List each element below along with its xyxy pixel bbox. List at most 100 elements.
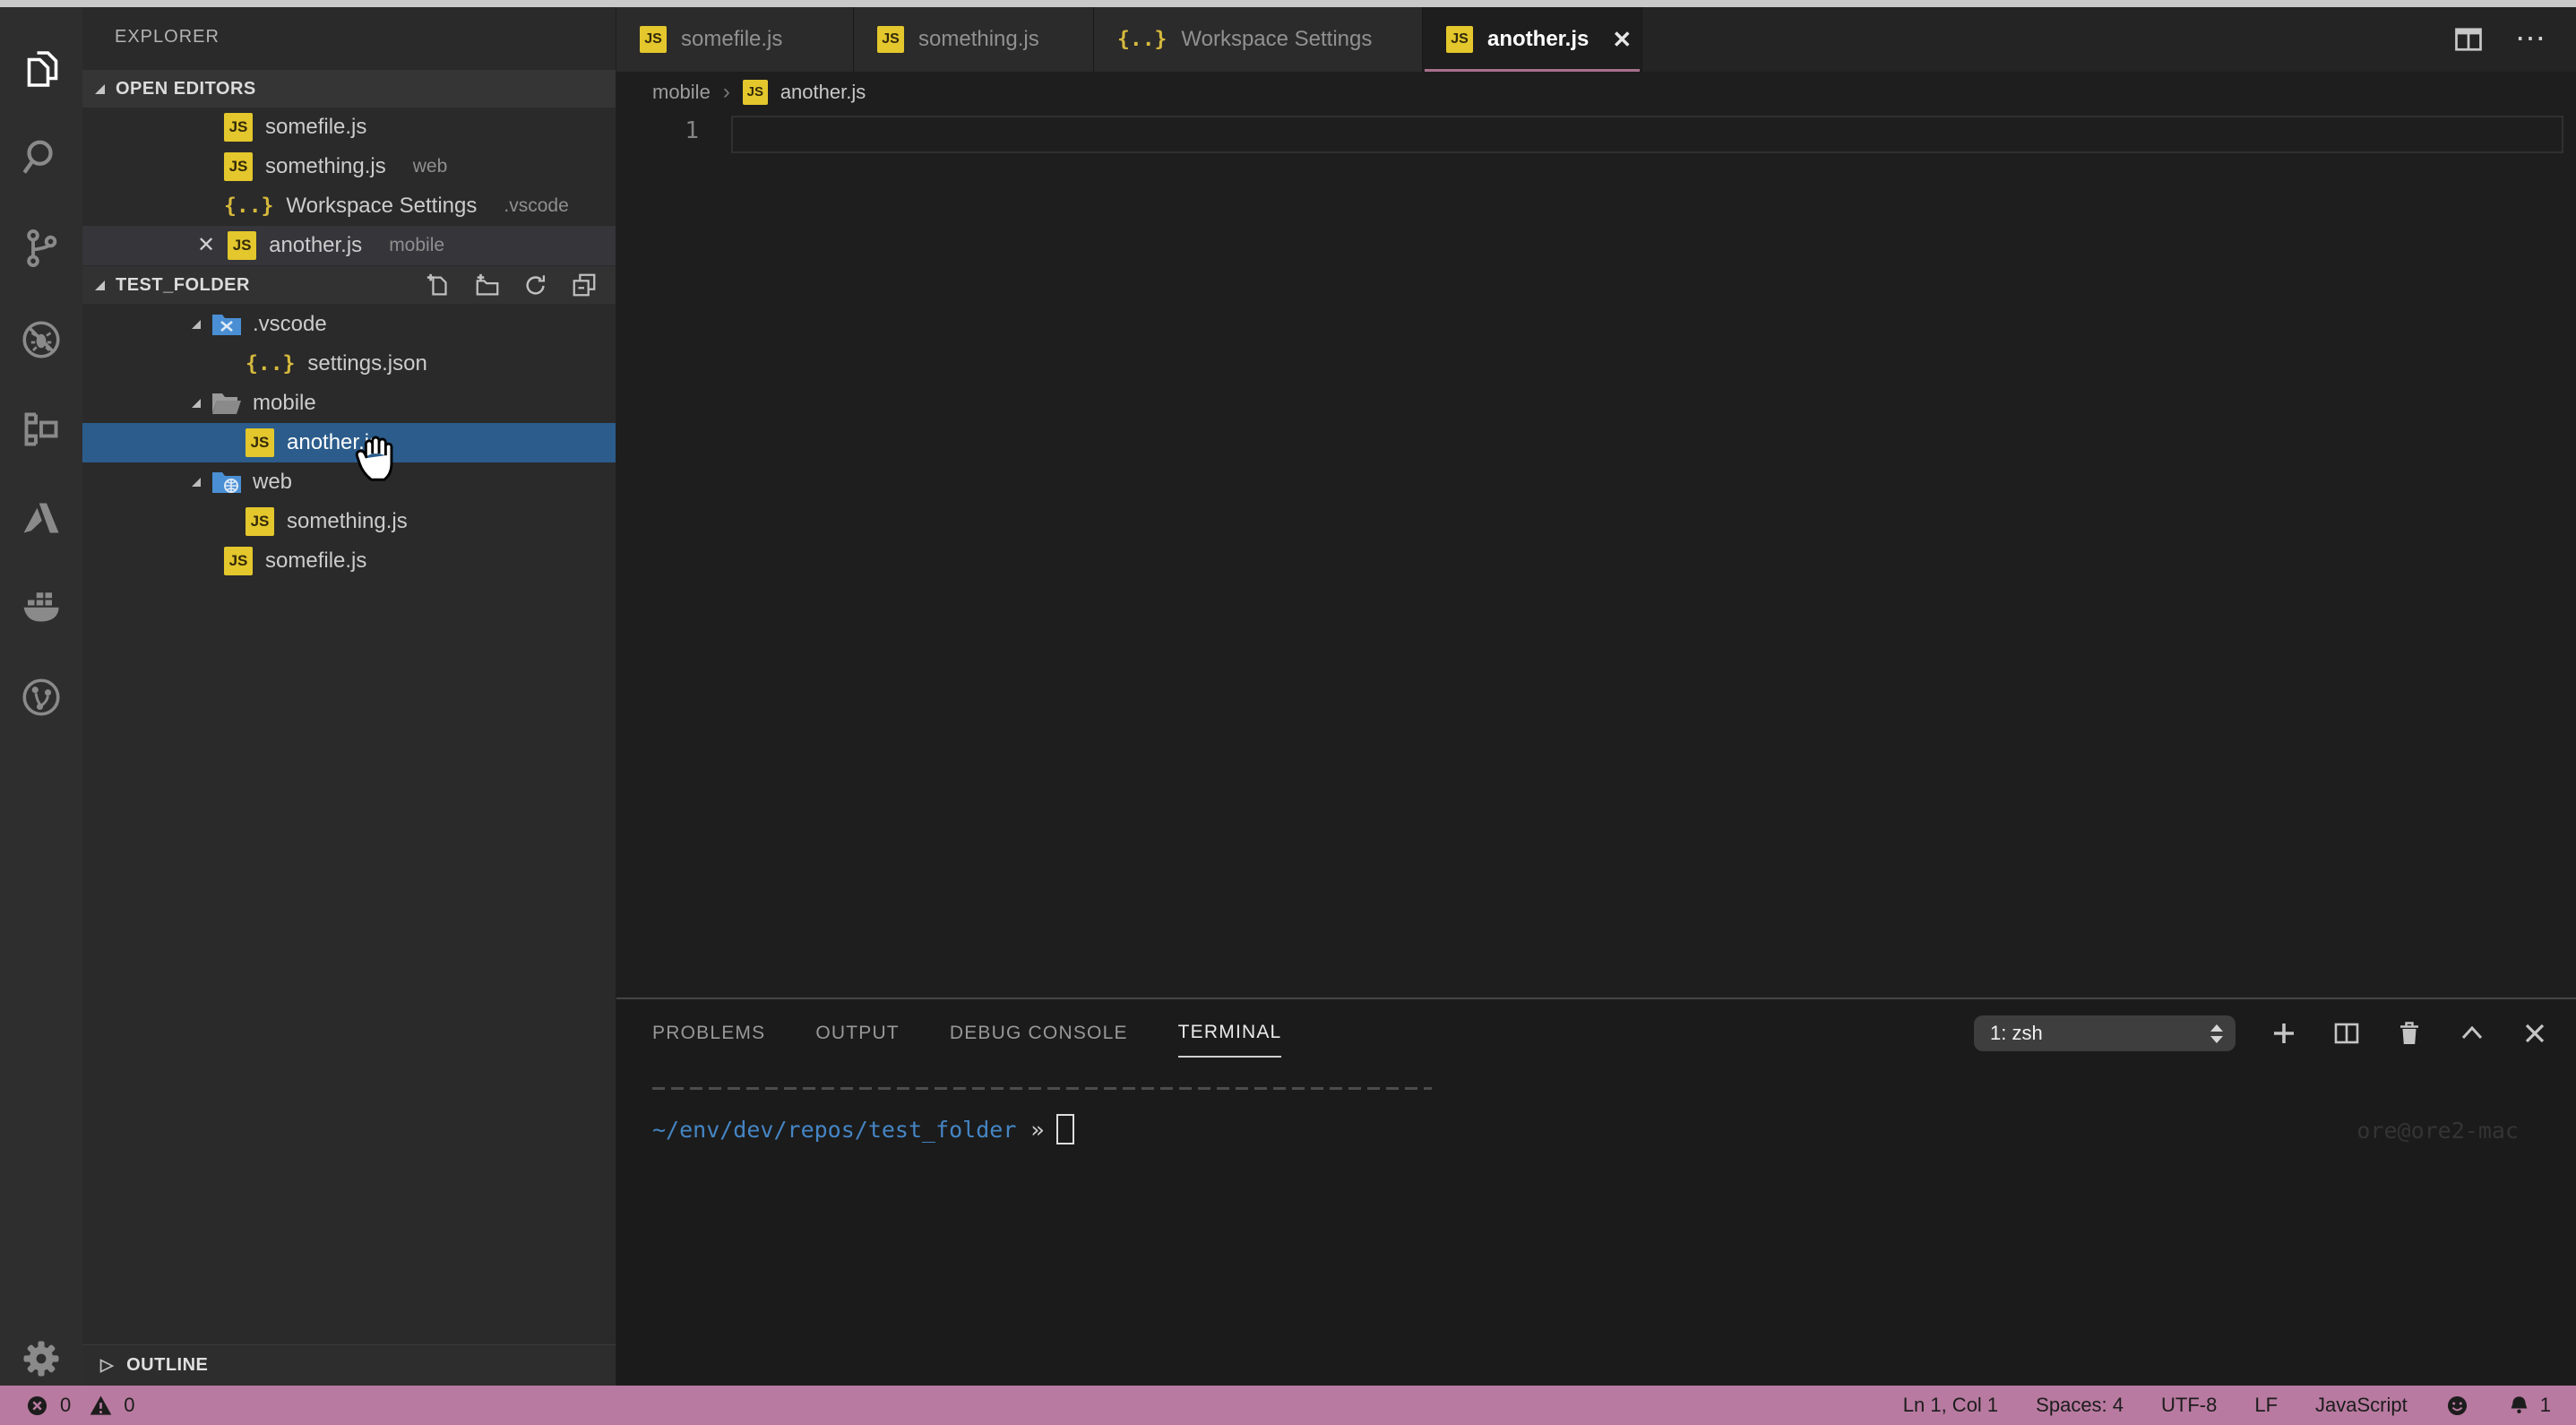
notifications[interactable]: 1: [2507, 1394, 2551, 1418]
js-file-icon: JS: [224, 113, 253, 142]
js-file-icon: JS: [1446, 26, 1473, 53]
indentation[interactable]: Spaces: 4: [2036, 1394, 2124, 1417]
open-editors-header[interactable]: OPEN EDITORS: [82, 70, 616, 108]
azure-logo-icon: [23, 503, 59, 533]
bug-crossed-icon: [22, 321, 60, 358]
chevron-expanded-icon: [192, 399, 201, 408]
status-bar-right: Ln 1, Col 1 Spaces: 4 UTF-8 LF JavaScrip…: [1903, 1394, 2551, 1418]
panel-tab-debug-console[interactable]: DEBUG CONSOLE: [950, 1010, 1128, 1057]
eol[interactable]: LF: [2254, 1394, 2278, 1417]
terminal-select[interactable]: 1: zsh: [1974, 1015, 2236, 1051]
git-graph-icon[interactable]: [0, 656, 82, 738]
tree-item-label: .vscode: [253, 312, 327, 336]
open-editor-item-active[interactable]: ✕ JS another.js mobile: [82, 226, 616, 265]
smiley-icon: [2447, 1395, 2467, 1415]
close-panel-icon[interactable]: [2520, 1019, 2549, 1048]
folder-section-label: TEST_FOLDER: [116, 274, 250, 295]
maximize-panel-icon[interactable]: [2458, 1019, 2486, 1048]
tab-workspace-settings[interactable]: {..} Workspace Settings: [1094, 7, 1423, 72]
new-file-icon[interactable]: [426, 272, 452, 298]
tree-folder-row[interactable]: .vscode: [82, 305, 616, 344]
refresh-icon[interactable]: [522, 272, 549, 298]
folder-section-header[interactable]: TEST_FOLDER: [82, 266, 616, 304]
tree-file-row-selected[interactable]: JS another.js: [82, 423, 616, 462]
json-file-icon: {..}: [1117, 28, 1167, 51]
folder-section-actions: [426, 272, 616, 298]
git-branch-icon: [27, 229, 57, 267]
feedback-smiley[interactable]: [2445, 1394, 2469, 1418]
new-terminal-icon[interactable]: [2270, 1019, 2298, 1048]
extensions-square-icon: [24, 412, 58, 446]
search-icon[interactable]: [0, 117, 82, 199]
outline-section-header[interactable]: ▷ OUTLINE: [82, 1344, 616, 1386]
explorer-icon[interactable]: [0, 28, 82, 110]
select-arrows-icon: [2210, 1023, 2223, 1043]
new-folder-icon[interactable]: [474, 272, 501, 298]
tree-folder-row[interactable]: web: [82, 462, 616, 502]
open-editor-detail: mobile: [389, 235, 445, 255]
open-editor-detail: .vscode: [504, 195, 569, 216]
breadcrumb-file[interactable]: another.js: [780, 81, 866, 104]
more-actions-icon[interactable]: ⋯: [2515, 24, 2547, 54]
language-mode[interactable]: JavaScript: [2315, 1394, 2408, 1417]
activity-bar: [0, 7, 82, 1386]
tab-label: Workspace Settings: [1181, 27, 1373, 51]
docker-icon[interactable]: [0, 566, 82, 648]
debug-icon[interactable]: [0, 298, 82, 381]
extensions-icon[interactable]: [0, 388, 82, 471]
tree-file-row[interactable]: {..} settings.json: [82, 344, 616, 384]
panel-tab-terminal[interactable]: TERMINAL: [1177, 1009, 1282, 1058]
sidebar-title: EXPLORER: [115, 27, 220, 47]
open-editor-item[interactable]: {..} Workspace Settings .vscode: [82, 186, 616, 226]
tree-item-label: web: [253, 470, 293, 494]
kill-terminal-trash-icon[interactable]: [2395, 1019, 2424, 1048]
source-control-icon[interactable]: [0, 207, 82, 289]
open-editor-item[interactable]: JS something.js web: [82, 147, 616, 186]
tree-item-label: mobile: [253, 391, 316, 415]
breadcrumb-folder[interactable]: mobile: [652, 81, 711, 104]
close-icon[interactable]: ✕: [197, 235, 215, 256]
panel-tab-output[interactable]: OUTPUT: [815, 1010, 900, 1057]
terminal[interactable]: ~/env/dev/repos/test_folder » ore@ore2-m…: [616, 1067, 2576, 1387]
open-editor-name: somefile.js: [265, 115, 367, 139]
chevron-collapsed-icon: ▷: [100, 1356, 115, 1375]
open-editor-item[interactable]: JS somefile.js: [82, 108, 616, 147]
terminal-watermark: ore@ore2-mac: [2356, 1118, 2519, 1144]
encoding[interactable]: UTF-8: [2161, 1394, 2217, 1417]
js-file-icon: JS: [877, 26, 904, 53]
status-bar: 0 0 Ln 1, Col 1 Spaces: 4 UTF-8 LF JavaS…: [0, 1386, 2576, 1425]
editor-area: JS somefile.js JS something.js {..} Work…: [616, 7, 2576, 1386]
open-editor-name: Workspace Settings: [286, 194, 478, 218]
split-terminal-icon[interactable]: [2332, 1019, 2361, 1048]
problems-status[interactable]: 0 0: [25, 1394, 135, 1418]
tab-label: something.js: [918, 27, 1039, 51]
tree-file-row[interactable]: JS something.js: [82, 502, 616, 541]
json-file-icon: {..}: [224, 194, 274, 218]
tree-folder-row[interactable]: mobile: [82, 384, 616, 423]
js-file-icon: JS: [224, 152, 253, 181]
collapse-all-icon[interactable]: [571, 272, 598, 298]
docker-whale-icon: [23, 592, 59, 622]
code-editor[interactable]: 1: [616, 112, 2576, 998]
panel-tab-problems[interactable]: PROBLEMS: [652, 1010, 765, 1057]
bell-icon: [2511, 1395, 2528, 1413]
azure-icon[interactable]: [0, 477, 82, 559]
terminal-prompt-line: ~/env/dev/repos/test_folder »: [652, 1114, 1075, 1144]
tab-something[interactable]: JS something.js: [854, 7, 1094, 72]
terminal-separator: [652, 1087, 1432, 1090]
close-tab-icon[interactable]: ✕: [1612, 28, 1632, 51]
warning-icon: [90, 1395, 112, 1415]
chevron-expanded-icon: [95, 83, 105, 94]
files-icon: [27, 51, 58, 87]
cursor-position[interactable]: Ln 1, Col 1: [1903, 1394, 1998, 1417]
tab-another-active[interactable]: JS another.js ✕: [1423, 7, 1642, 72]
split-editor-icon[interactable]: [2452, 23, 2485, 56]
notification-count: 1: [2539, 1394, 2551, 1416]
js-file-icon: JS: [224, 547, 253, 575]
open-editor-name: something.js: [265, 154, 386, 178]
terminal-prompt-symbol: »: [1030, 1116, 1045, 1143]
tab-somefile[interactable]: JS somefile.js: [616, 7, 854, 72]
tree-file-row[interactable]: JS somefile.js: [82, 541, 616, 581]
tab-bar: JS somefile.js JS something.js {..} Work…: [616, 7, 2576, 72]
explorer-sidebar: EXPLORER OPEN EDITORS JS somefile.js JS …: [82, 7, 616, 1386]
